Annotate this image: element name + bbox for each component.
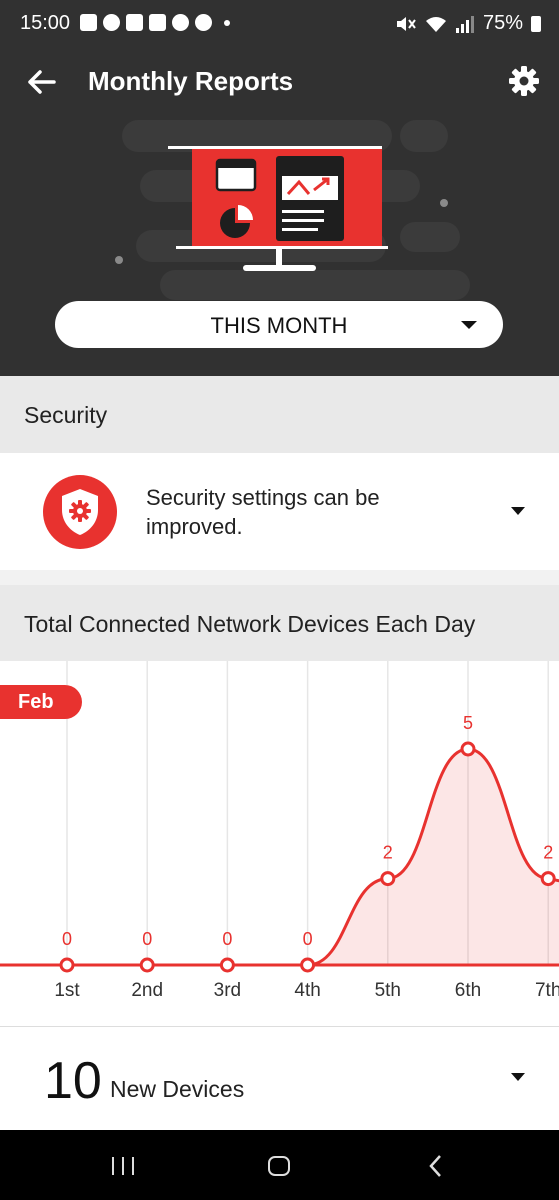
x-tick-label: 3rd — [214, 980, 241, 1001]
app-notification-icon — [149, 14, 166, 31]
new-devices-count: 10 — [44, 1052, 102, 1110]
messenger-icon — [195, 14, 212, 31]
system-status: 75% — [395, 12, 541, 35]
x-tick-label: 5th — [375, 980, 401, 1001]
status-bar: 15:00 75% — [0, 0, 559, 50]
security-message: Security settings can be improved. — [146, 485, 380, 539]
messenger-icon — [172, 14, 189, 31]
mute-icon — [396, 16, 416, 31]
series-area — [0, 749, 559, 965]
data-point — [380, 871, 396, 887]
data-point — [219, 957, 235, 973]
nav-back-button[interactable] — [426, 1154, 446, 1178]
messenger-icon — [103, 14, 120, 31]
period-dropdown-value: THIS MONTH — [210, 313, 348, 338]
data-label: 2 — [383, 843, 393, 863]
back-button[interactable] — [22, 64, 62, 100]
security-section-header: Security — [0, 376, 559, 453]
page-title: Monthly Reports — [88, 66, 294, 96]
more-notifications-dot-icon — [224, 19, 230, 26]
data-point — [139, 957, 155, 973]
data-point — [460, 741, 476, 757]
x-tick-label: 7th — [535, 980, 559, 1001]
devices-section-header: Total Connected Network Devices Each Day — [0, 585, 559, 661]
data-label: 0 — [303, 929, 313, 949]
settings-gear-icon[interactable] — [507, 64, 541, 98]
x-tick-label: 1st — [54, 980, 80, 1001]
new-devices-row[interactable]: 10 New Devices — [0, 1026, 559, 1130]
notification-icons — [80, 14, 230, 31]
expand-caret-icon[interactable] — [511, 1073, 525, 1081]
devices-section-title: Total Connected Network Devices Each Day — [24, 611, 476, 637]
caret-down-icon — [461, 321, 477, 329]
data-label: 0 — [222, 929, 232, 949]
x-tick-label: 2nd — [131, 980, 163, 1001]
system-navigation-bar — [0, 1130, 559, 1200]
calendar-icon — [126, 14, 143, 31]
data-label: 2 — [543, 843, 553, 863]
report-illustration — [115, 120, 470, 300]
data-point — [540, 871, 556, 887]
status-time: 15:00 — [20, 12, 71, 34]
data-label: 5 — [463, 713, 473, 733]
expand-caret-icon[interactable] — [511, 507, 525, 515]
devices-chart: 0 0 0 0 2 5 2 1st 2nd 3rd 4th 5th 6th 7th Feb — [0, 661, 559, 1026]
report-header: Monthly Reports THIS MONTH — [0, 50, 559, 376]
wifi-icon — [425, 16, 446, 32]
recents-button[interactable] — [112, 1157, 136, 1175]
devices-line-chart: 0 0 0 0 2 5 2 1st 2nd 3rd 4th 5th 6th 7th — [0, 661, 559, 1001]
section-divider — [0, 570, 559, 585]
new-devices-label: New Devices — [110, 1076, 245, 1102]
data-label: 0 — [62, 929, 72, 949]
period-dropdown[interactable]: THIS MONTH — [55, 301, 503, 348]
shield-gear-icon — [43, 475, 117, 549]
data-point — [59, 957, 75, 973]
x-tick-label: 6th — [455, 980, 481, 1001]
security-section-title: Security — [24, 402, 108, 428]
home-button[interactable] — [268, 1156, 290, 1176]
battery-percent: 75% — [482, 12, 523, 34]
data-label: 0 — [142, 929, 152, 949]
x-tick-label: 4th — [294, 980, 320, 1001]
gallery-icon — [80, 14, 97, 31]
month-badge: Feb — [0, 685, 82, 719]
signal-icon — [455, 15, 474, 33]
battery-icon — [531, 15, 541, 32]
data-point — [300, 957, 316, 973]
security-status-row[interactable]: Security settings can be improved. — [0, 453, 559, 570]
